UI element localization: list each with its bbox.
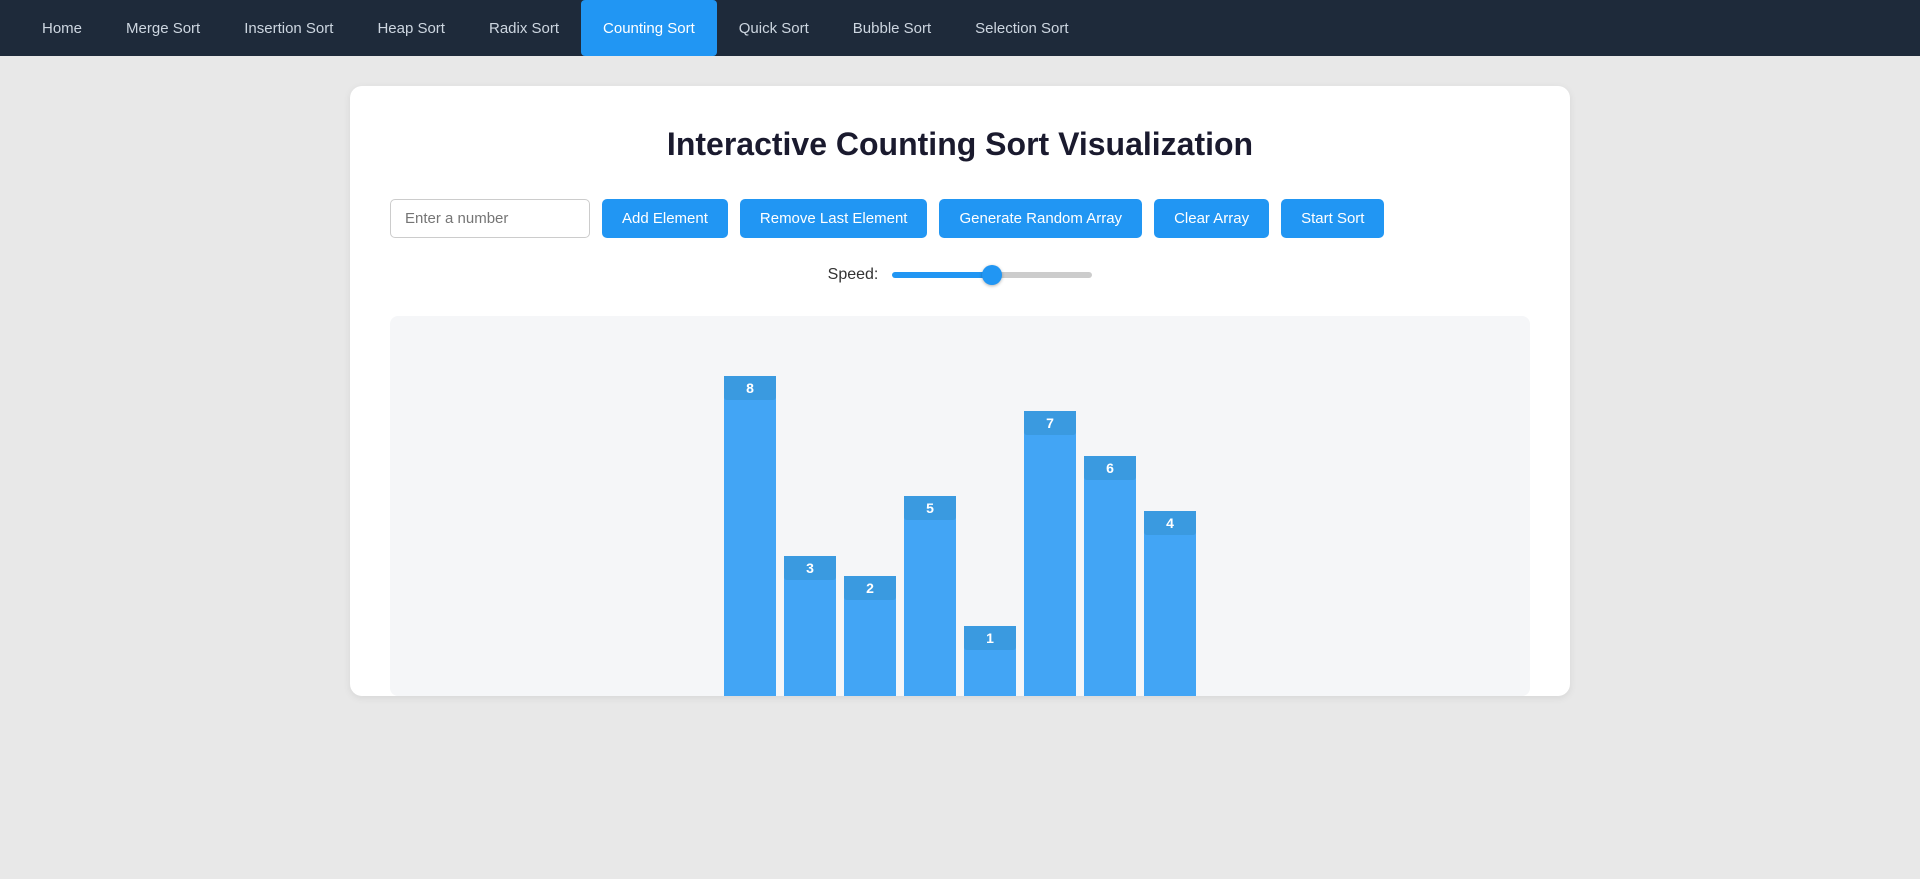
nav-item-quick-sort[interactable]: Quick Sort xyxy=(717,0,831,56)
nav-item-counting-sort[interactable]: Counting Sort xyxy=(581,0,717,56)
page-title: Interactive Counting Sort Visualization xyxy=(390,126,1530,163)
bar-value-label: 6 xyxy=(1084,456,1136,480)
bar-group: 8 xyxy=(724,376,776,696)
bar-value-label: 7 xyxy=(1024,411,1076,435)
chart-bar: 1 xyxy=(964,626,1016,696)
bar-group: 7 xyxy=(1024,411,1076,696)
nav-item-radix-sort[interactable]: Radix Sort xyxy=(467,0,581,56)
bar-group: 4 xyxy=(1144,511,1196,696)
add-element-button[interactable]: Add Element xyxy=(602,199,728,238)
remove-last-element-button[interactable]: Remove Last Element xyxy=(740,199,928,238)
controls-row: Add Element Remove Last Element Generate… xyxy=(390,199,1530,238)
page-wrapper: Interactive Counting Sort Visualization … xyxy=(310,56,1610,726)
nav-item-heap-sort[interactable]: Heap Sort xyxy=(355,0,467,56)
bar-value-label: 3 xyxy=(784,556,836,580)
chart-bar: 2 xyxy=(844,576,896,696)
chart-bar: 4 xyxy=(1144,511,1196,696)
bar-group: 1 xyxy=(964,626,1016,696)
bar-group: 2 xyxy=(844,576,896,696)
generate-random-array-button[interactable]: Generate Random Array xyxy=(939,199,1142,238)
nav-item-selection-sort[interactable]: Selection Sort xyxy=(953,0,1090,56)
nav-item-merge-sort[interactable]: Merge Sort xyxy=(104,0,222,56)
clear-array-button[interactable]: Clear Array xyxy=(1154,199,1269,238)
start-sort-button[interactable]: Start Sort xyxy=(1281,199,1384,238)
bar-value-label: 1 xyxy=(964,626,1016,650)
chart-bar: 6 xyxy=(1084,456,1136,696)
nav-item-bubble-sort[interactable]: Bubble Sort xyxy=(831,0,953,56)
speed-slider[interactable] xyxy=(892,272,1092,278)
chart-bar: 7 xyxy=(1024,411,1076,696)
nav-item-home[interactable]: Home xyxy=(20,0,104,56)
bar-group: 6 xyxy=(1084,456,1136,696)
chart-bar: 3 xyxy=(784,556,836,696)
speed-label: Speed: xyxy=(828,266,879,284)
bar-value-label: 4 xyxy=(1144,511,1196,535)
bar-group: 5 xyxy=(904,496,956,696)
bar-value-label: 2 xyxy=(844,576,896,600)
navigation: HomeMerge SortInsertion SortHeap SortRad… xyxy=(0,0,1920,56)
nav-item-insertion-sort[interactable]: Insertion Sort xyxy=(222,0,355,56)
chart-bar: 5 xyxy=(904,496,956,696)
chart-area: 8 32 5 1 76 4 xyxy=(390,316,1530,696)
bar-value-label: 8 xyxy=(724,376,776,400)
main-card: Interactive Counting Sort Visualization … xyxy=(350,86,1570,696)
chart-bar: 8 xyxy=(724,376,776,696)
bar-group: 3 xyxy=(784,556,836,696)
bar-value-label: 5 xyxy=(904,496,956,520)
speed-row: Speed: xyxy=(390,266,1530,284)
number-input[interactable] xyxy=(390,199,590,238)
